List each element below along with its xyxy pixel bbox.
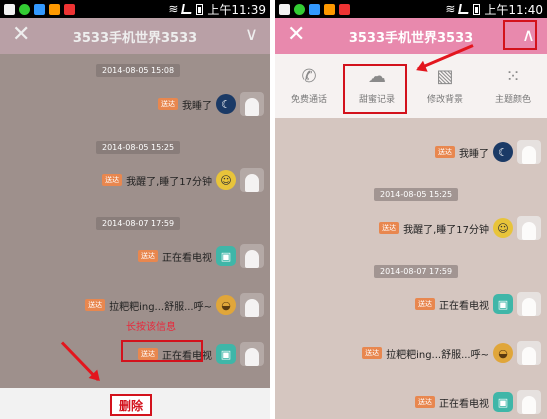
message-text: 正在看电视 xyxy=(439,398,489,410)
app-icon xyxy=(64,3,75,15)
right-phone-screen: ≋ 上午11:40 ✕ 3533手机世界3533 ∧ ✆ 免费通话 ☁ 甜蜜记录… xyxy=(275,0,547,419)
smile-icon: ☺ xyxy=(493,218,513,238)
delivered-badge: 送达 xyxy=(415,298,435,310)
status-time: 上午11:39 xyxy=(207,2,266,17)
app-icon xyxy=(309,3,320,15)
timestamp: 2014-08-07 17:59 xyxy=(374,265,459,278)
avatar[interactable] xyxy=(240,342,264,366)
delivered-badge: 送达 xyxy=(435,146,455,158)
avatar[interactable] xyxy=(517,216,541,240)
status-time: 上午11:40 xyxy=(484,2,543,17)
menu-item-theme-color[interactable]: ⁙ 主题颜色 xyxy=(479,54,547,118)
signal-icon xyxy=(181,4,194,14)
smile-icon: ☺ xyxy=(216,170,236,190)
chevron-down-icon[interactable]: ∨ xyxy=(245,24,258,45)
chat-message[interactable]: 送达 正在看电视 ▣ xyxy=(138,244,264,268)
chat-message[interactable]: 送达 我醒了,睡了17分钟 ☺ xyxy=(379,216,541,240)
timestamp: 2014-08-05 15:25 xyxy=(96,141,181,154)
chat-message[interactable]: 送达 我睡了 ☾ xyxy=(158,92,264,116)
tv-icon: ▣ xyxy=(493,392,513,412)
chat-message[interactable]: 送达 我睡了 ☾ xyxy=(435,140,541,164)
app-icon xyxy=(294,3,305,15)
menu-item-free-call[interactable]: ✆ 免费通话 xyxy=(275,54,343,118)
avatar[interactable] xyxy=(517,292,541,316)
highlight-box xyxy=(121,340,203,362)
chat-message[interactable]: 送达 拉粑粑ing...舒服...呼~ ◒ xyxy=(85,293,264,317)
poop-icon: ◒ xyxy=(216,295,236,315)
avatar[interactable] xyxy=(517,390,541,414)
timestamp: 2014-08-05 15:25 xyxy=(374,188,459,201)
expanded-menu: ✆ 免费通话 ☁ 甜蜜记录 ▧ 修改背景 ⁙ 主题颜色 xyxy=(275,54,547,118)
left-phone-screen: ≋ 上午11:39 ✕ 3533手机世界3533 ∨ 2014-08-05 15… xyxy=(0,0,270,419)
tv-icon: ▣ xyxy=(493,294,513,314)
app-icon xyxy=(34,3,45,15)
wifi-icon: ≋ xyxy=(445,2,456,16)
status-bar: ≋ 上午11:39 xyxy=(0,0,270,18)
message-text: 我醒了,睡了17分钟 xyxy=(126,176,212,188)
highlight-box xyxy=(343,64,407,114)
avatar[interactable] xyxy=(517,341,541,365)
tv-icon: ▣ xyxy=(216,344,236,364)
app-icon xyxy=(19,3,30,15)
app-icon xyxy=(339,3,350,15)
app-icon xyxy=(324,3,335,15)
message-text: 拉粑粑ing...舒服...呼~ xyxy=(386,349,489,361)
chat-message[interactable]: 送达 我醒了,睡了17分钟 ☺ xyxy=(102,168,264,192)
long-press-hint: 长按该信息 xyxy=(126,322,176,333)
phone-icon: ✆ xyxy=(301,65,317,87)
delivered-badge: 送达 xyxy=(85,299,106,311)
page-title: 3533手机世界3533 xyxy=(72,30,198,46)
close-icon[interactable]: ✕ xyxy=(12,24,30,46)
avatar[interactable] xyxy=(240,92,264,116)
moon-icon: ☾ xyxy=(493,142,513,162)
delivered-badge: 送达 xyxy=(102,174,123,186)
chat-message[interactable]: 送达 正在看电视 ▣ xyxy=(415,390,541,414)
wifi-icon: ≋ xyxy=(168,2,179,16)
page-title: 3533手机世界3533 xyxy=(348,30,474,46)
delivered-badge: 送达 xyxy=(362,347,383,359)
battery-icon xyxy=(473,3,481,15)
chat-message[interactable]: 送达 拉粑粑ing...舒服...呼~ ◒ xyxy=(362,341,541,365)
image-icon: ▧ xyxy=(436,65,454,87)
title-bar: ✕ 3533手机世界3533 ∨ xyxy=(0,18,270,54)
timestamp: 2014-08-05 15:08 xyxy=(96,64,181,77)
tv-icon: ▣ xyxy=(216,246,236,266)
notification-icon xyxy=(4,3,15,15)
delivered-badge: 送达 xyxy=(158,98,178,110)
message-text: 正在看电视 xyxy=(439,300,489,312)
delete-button[interactable]: 删除 xyxy=(110,394,152,416)
menu-item-label: 修改背景 xyxy=(426,94,463,105)
menu-item-label: 主题颜色 xyxy=(494,94,531,105)
grid-icon: ⁙ xyxy=(505,65,521,87)
app-icon xyxy=(49,3,60,15)
timestamp: 2014-08-07 17:59 xyxy=(96,217,181,230)
menu-item-label: 免费通话 xyxy=(290,94,327,105)
chat-message[interactable]: 送达 正在看电视 ▣ xyxy=(415,292,541,316)
message-text: 拉粑粑ing...舒服...呼~ xyxy=(109,301,212,313)
signal-icon xyxy=(458,4,471,14)
highlight-box xyxy=(503,20,537,50)
delivered-badge: 送达 xyxy=(138,250,158,262)
notification-icon xyxy=(279,3,290,15)
avatar[interactable] xyxy=(240,168,264,192)
message-text: 我醒了,睡了17分钟 xyxy=(403,224,489,236)
message-text: 我睡了 xyxy=(459,148,489,160)
message-text: 正在看电视 xyxy=(162,252,212,264)
delivered-badge: 送达 xyxy=(379,222,400,234)
delivered-badge: 送达 xyxy=(415,396,435,408)
avatar[interactable] xyxy=(517,140,541,164)
close-icon[interactable]: ✕ xyxy=(287,24,305,46)
status-bar: ≋ 上午11:40 xyxy=(275,0,547,18)
avatar[interactable] xyxy=(240,244,264,268)
battery-icon xyxy=(196,3,204,15)
poop-icon: ◒ xyxy=(493,343,513,363)
message-text: 我睡了 xyxy=(182,100,212,112)
avatar[interactable] xyxy=(240,293,264,317)
moon-icon: ☾ xyxy=(216,94,236,114)
